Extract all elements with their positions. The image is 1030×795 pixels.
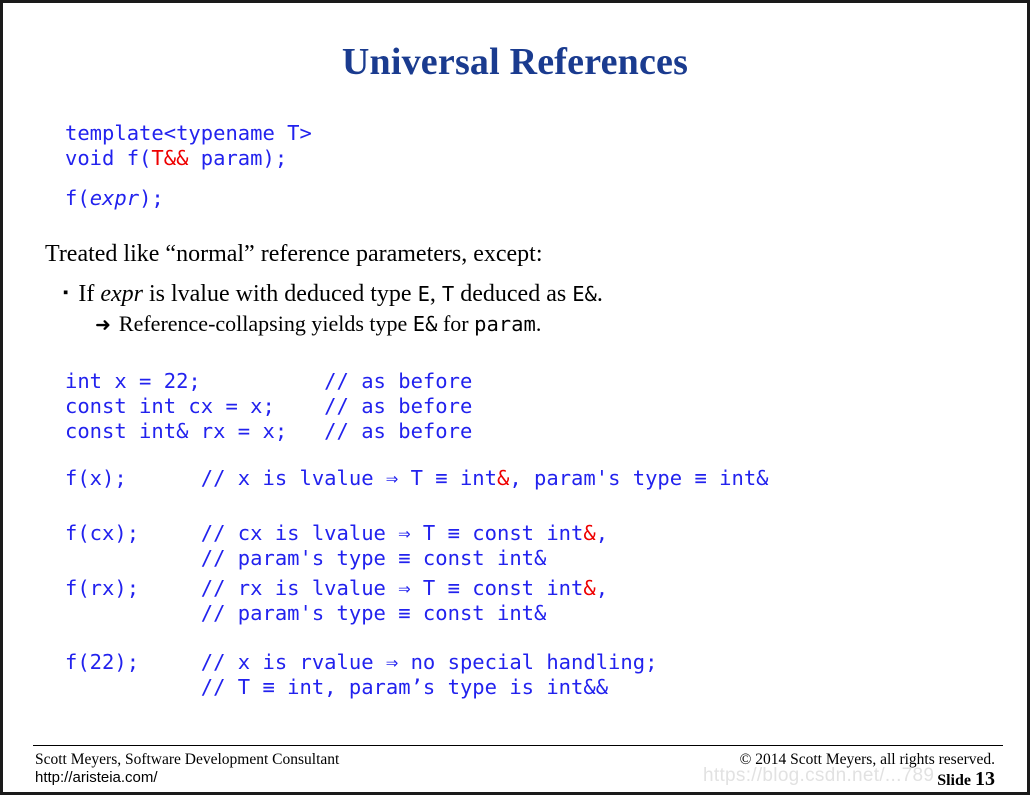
code-token-expr: expr — [89, 186, 140, 210]
code-block-call-rx: f(rx); // rx is lvalue ⇒ T ≡ const int&,… — [65, 576, 608, 626]
code-token-amp-1: & — [496, 466, 510, 490]
bullet-item-reference-collapsing: ➜ Reference-collapsing yields type E& fo… — [95, 311, 541, 337]
inline-type-e: E — [417, 282, 430, 306]
code-line-template: template<typename T> — [65, 121, 312, 145]
footer-left: Scott Meyers, Software Development Consu… — [35, 751, 339, 787]
square-bullet-icon: ▪ — [63, 285, 69, 301]
footer-author: Scott Meyers, Software Development Consu… — [35, 751, 340, 768]
prose-treated-like: Treated like “normal” reference paramete… — [45, 241, 543, 267]
page-title: Universal References — [341, 41, 689, 83]
code-block-call-x: f(x); // x is lvalue ⇒ T ≡ int&, param's… — [65, 466, 769, 490]
code-block-declarations: int x = 22; // as before const int cx = … — [65, 369, 472, 444]
inline-type-e-ref-2: E& — [412, 312, 438, 336]
code-line-fcx: f(cx); // cx is lvalue ⇒ T ≡ const int&, — [65, 521, 609, 545]
bullet-item-lvalue: ▪ If expr is lvalue with deduced type E,… — [63, 280, 603, 309]
code-line-const-int-cx: const int cx = x; // as before — [65, 394, 473, 418]
arrow-bullet-icon: ➜ — [95, 315, 111, 336]
code-block-signature: template<typename T> void f(T&& param); — [65, 121, 312, 171]
footer-divider — [33, 745, 1003, 746]
code-line-frx: f(rx); // rx is lvalue ⇒ T ≡ const int&, — [65, 576, 609, 600]
inline-expr: expr — [100, 281, 143, 307]
code-line-const-int-ref-rx: const int& rx = x; // as before — [65, 419, 473, 443]
code-line-f22: f(22); // x is rvalue ⇒ no special handl… — [65, 650, 658, 674]
slide-number: Slide 13 — [937, 768, 995, 790]
code-line-f22-cont: // T ≡ int, param’s type is int&& — [65, 675, 609, 699]
code-block-call-22: f(22); // x is rvalue ⇒ no special handl… — [65, 650, 657, 700]
code-block-call-cx: f(cx); // cx is lvalue ⇒ T ≡ const int&,… — [65, 521, 608, 571]
inline-type-t: T — [441, 282, 455, 306]
footer-url[interactable]: http://aristeia.com/ — [35, 769, 339, 787]
code-block-call-expr: f(expr); — [65, 186, 164, 210]
inline-param: param — [474, 312, 536, 336]
code-line-fcx-cont: // param's type ≡ const int& — [65, 546, 547, 570]
bullet-label-lvalue: If expr is lvalue with deduced type E, T… — [78, 281, 603, 307]
code-line-void-f: void f(T&& param); — [65, 146, 288, 170]
code-line-frx-cont: // param's type ≡ const int& — [65, 601, 547, 625]
code-token-amp-2: & — [583, 521, 596, 545]
inline-type-e-ref: E& — [572, 282, 597, 306]
code-line-int-x: int x = 22; // as before — [65, 369, 473, 393]
code-token-universal-ref: T&& — [151, 146, 189, 170]
slide-canvas: Universal References template<typename T… — [0, 0, 1030, 795]
footer-right: © 2014 Scott Meyers, all rights reserved… — [740, 751, 995, 791]
code-token-amp-3: & — [583, 576, 596, 600]
bullet-label-reference-collapsing: Reference-collapsing yields type E& for … — [118, 311, 542, 336]
